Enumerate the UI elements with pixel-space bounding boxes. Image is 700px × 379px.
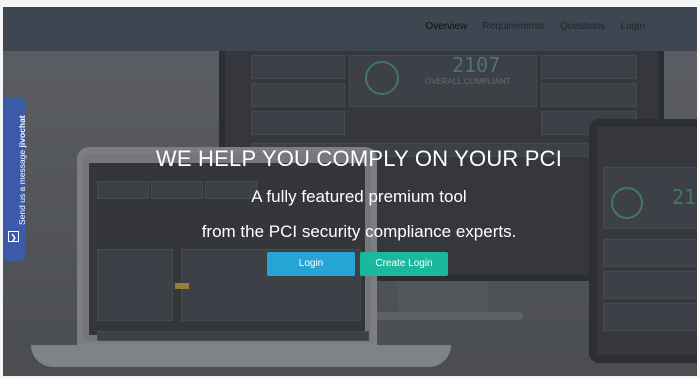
chat-bubble-icon: ❯	[8, 231, 19, 242]
nav-separator: ·	[611, 21, 615, 32]
chat-brand: jivochat	[17, 115, 27, 148]
top-nav: Overview · Requirements · Questions · Lo…	[3, 7, 697, 51]
page-frame: 2107 OVERALL COMPLIANT 21 Overview · Req…	[3, 7, 697, 376]
hero-subtitle-line-2: from the PCI security compliance experts…	[201, 222, 517, 241]
hero-title: WE HELP YOU COMPLY ON YOUR PCI	[155, 146, 563, 171]
create-login-button[interactable]: Create Login	[360, 252, 448, 276]
chat-widget-tab[interactable]: Send us a message jivochat ❯	[3, 97, 27, 261]
nav-item-overview[interactable]: Overview	[426, 21, 468, 32]
hero-subtitle-line-1: A fully featured premium tool	[251, 187, 467, 206]
nav-separator: ·	[550, 21, 555, 32]
login-button[interactable]: Login	[267, 252, 355, 276]
nav-item-questions[interactable]: Questions	[560, 21, 605, 32]
nav-item-login[interactable]: Login	[621, 21, 645, 32]
chat-widget-label: Send us a message jivochat	[17, 115, 27, 225]
chat-label-text: Send us a message	[17, 149, 27, 225]
nav-item-requirements[interactable]: Requirements	[483, 21, 545, 32]
hero-overlay	[3, 51, 697, 376]
nav-separator: ·	[473, 21, 477, 32]
nav-links: Overview · Requirements · Questions · Lo…	[426, 21, 645, 32]
